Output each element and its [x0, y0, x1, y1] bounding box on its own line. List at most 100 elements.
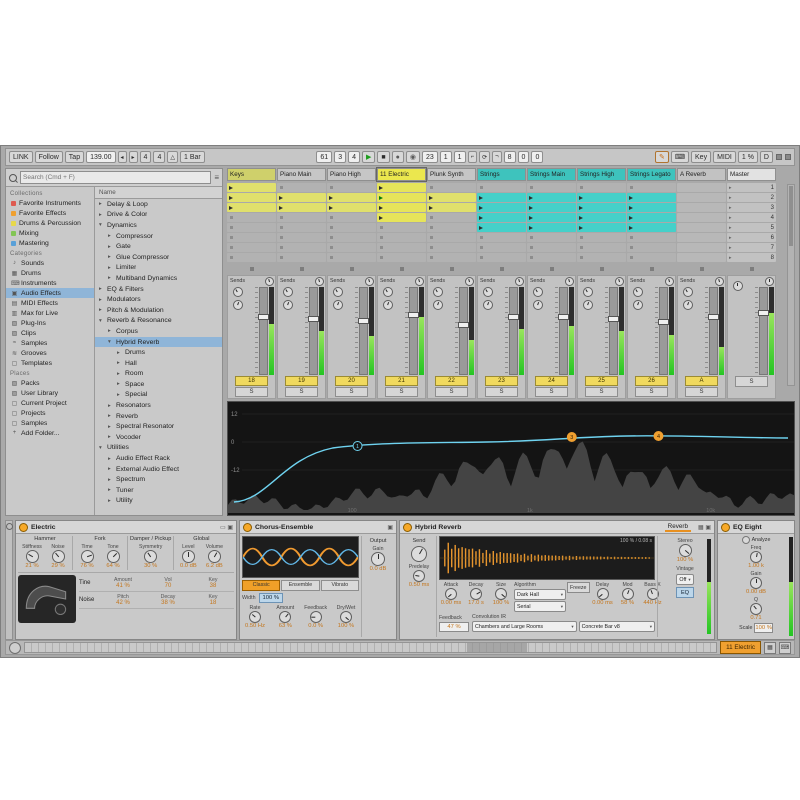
param-key[interactable]: Key18 — [192, 594, 234, 606]
clip-slot-empty[interactable] — [277, 253, 326, 262]
eq-toggle[interactable]: EQ — [676, 587, 694, 598]
send-b-knob[interactable] — [583, 300, 593, 310]
track-activator[interactable]: A — [685, 376, 718, 386]
clip-slot-empty[interactable] — [527, 233, 576, 242]
clip-slot-filled[interactable] — [227, 203, 276, 212]
tree-item-external-audio-effect[interactable]: ▸External Audio Effect — [95, 464, 222, 475]
device-menu-icons[interactable]: ▭ ▣ — [220, 524, 233, 531]
clip-slot-empty[interactable] — [377, 243, 426, 252]
track-activator[interactable]: 22 — [435, 376, 468, 386]
tab-reverb[interactable]: Reverb — [665, 523, 691, 532]
mode-button-classic[interactable]: Classic — [242, 580, 280, 591]
scale-value[interactable]: 100 % — [754, 623, 772, 633]
clip-slot-filled[interactable] — [277, 193, 326, 202]
scene-slot[interactable]: ▸3 — [727, 203, 776, 212]
volume-fader[interactable] — [359, 287, 368, 375]
pan-knob[interactable] — [565, 277, 574, 286]
param-knob[interactable] — [310, 611, 322, 623]
clip-slot-empty[interactable] — [577, 233, 626, 242]
track-header-11-electric[interactable]: 11 Electric — [377, 168, 426, 181]
mode-button-vibrato[interactable]: Vibrato — [321, 580, 359, 591]
solo-button[interactable]: S — [485, 387, 518, 397]
solo-button[interactable]: S — [385, 387, 418, 397]
play-button[interactable]: ▶ — [362, 151, 375, 163]
param-knob[interactable] — [750, 603, 762, 615]
draw-mode-button[interactable]: ✎ — [655, 151, 669, 163]
solo-button[interactable]: S — [335, 387, 368, 397]
tree-item-modulators[interactable]: ▸Modulators — [95, 294, 222, 305]
param-knob[interactable] — [371, 552, 385, 566]
param-knob[interactable] — [144, 550, 157, 563]
track-header-strings-legato[interactable]: Strings Legato — [627, 168, 676, 181]
clip-slot-empty[interactable] — [477, 243, 526, 252]
browser-item-instruments[interactable]: ⌨Instruments — [6, 278, 94, 288]
browser-item-favorite-instruments[interactable]: Favorite Instruments — [6, 198, 94, 208]
tree-item-corpus[interactable]: ▸Corpus — [95, 326, 222, 337]
volume-fader[interactable] — [609, 287, 618, 375]
device-power-button[interactable] — [243, 523, 252, 532]
vintage-select[interactable]: Off — [676, 574, 693, 585]
clip-stop-button[interactable] — [627, 265, 676, 273]
tree-item-room[interactable]: ▸Room — [95, 369, 222, 380]
browser-item-templates[interactable]: ▢Templates — [6, 358, 94, 368]
device-power-button[interactable] — [721, 523, 730, 532]
follow-button[interactable]: Follow — [35, 151, 63, 163]
browser-item-projects[interactable]: ▢Projects — [6, 408, 94, 418]
send-a-knob[interactable] — [633, 287, 643, 297]
param-knob[interactable] — [750, 551, 762, 563]
clip-slot-empty[interactable] — [627, 253, 676, 262]
device-power-button[interactable] — [403, 523, 412, 532]
clip-slot-filled[interactable] — [627, 213, 676, 222]
browser-item-favorite-effects[interactable]: Favorite Effects — [6, 208, 94, 218]
ir-category-select[interactable]: Chambers and Large Rooms — [472, 621, 577, 632]
send-a-knob[interactable] — [233, 287, 243, 297]
clip-stop-button[interactable] — [327, 265, 376, 273]
fader-handle[interactable] — [358, 318, 369, 324]
position-sixteenths[interactable]: 4 — [348, 151, 360, 163]
clip-stop-button[interactable] — [677, 265, 726, 273]
browser-item-add-folder[interactable]: +Add Folder... — [6, 428, 94, 438]
fader-handle[interactable] — [708, 314, 719, 320]
pan-knob[interactable] — [665, 277, 674, 286]
clip-stop-button[interactable] — [527, 265, 576, 273]
clip-slot-empty[interactable] — [627, 233, 676, 242]
param-knob[interactable] — [279, 611, 291, 623]
browser-item-packs[interactable]: ▧Packs — [6, 378, 94, 388]
clip-slot-empty[interactable] — [327, 183, 376, 192]
clip-slot-empty[interactable] — [577, 243, 626, 252]
param-knob[interactable] — [445, 588, 457, 600]
clip-slot-filled[interactable] — [527, 223, 576, 232]
scene-slot[interactable]: ▸2 — [727, 193, 776, 202]
nudge-down-button[interactable]: ◂ — [118, 151, 127, 163]
track-activator[interactable]: 23 — [485, 376, 518, 386]
clip-slot-filled[interactable] — [277, 203, 326, 212]
clip-stop-button[interactable] — [577, 265, 626, 273]
clip-slot-empty[interactable] — [477, 233, 526, 242]
device-power-button[interactable] — [19, 523, 28, 532]
tree-item-reverb-resonance[interactable]: ▾Reverb & Resonance — [95, 316, 222, 327]
clip-slot-filled[interactable] — [377, 193, 426, 202]
clip-stop-button[interactable] — [227, 265, 276, 273]
mode-button-ensemble[interactable]: Ensemble — [281, 580, 319, 591]
tree-item-utility[interactable]: ▸Utility — [95, 496, 222, 507]
scene-slot[interactable]: ▸1 — [727, 183, 776, 192]
tree-item-delay-loop[interactable]: ▸Delay & Loop — [95, 199, 222, 210]
scene-slot[interactable]: ▸7 — [727, 243, 776, 252]
tree-item-spectral-resonator[interactable]: ▸Spectral Resonator — [95, 421, 222, 432]
browser-item-drums[interactable]: ▦Drums — [6, 268, 94, 278]
width-value[interactable]: 100 % — [259, 593, 283, 603]
clip-slot-empty[interactable] — [327, 223, 376, 232]
clip-slot-filled[interactable] — [577, 223, 626, 232]
clip-slot-empty[interactable] — [527, 243, 576, 252]
tree-item-vocoder[interactable]: ▸Vocoder — [95, 432, 222, 443]
filter-icon[interactable]: ≡ — [214, 173, 219, 182]
clip-slot-filled[interactable] — [327, 193, 376, 202]
solo-button[interactable]: S — [685, 387, 718, 397]
tree-item-eq-filters[interactable]: ▸EQ & Filters — [95, 284, 222, 295]
clip-slot-filled[interactable] — [577, 213, 626, 222]
clip-slot-filled[interactable] — [477, 203, 526, 212]
computer-midi-keyboard-button[interactable]: ⌨ — [671, 151, 689, 163]
volume-fader[interactable] — [259, 287, 268, 375]
clip-slot-empty[interactable] — [277, 243, 326, 252]
clip-slot-empty[interactable] — [377, 223, 426, 232]
